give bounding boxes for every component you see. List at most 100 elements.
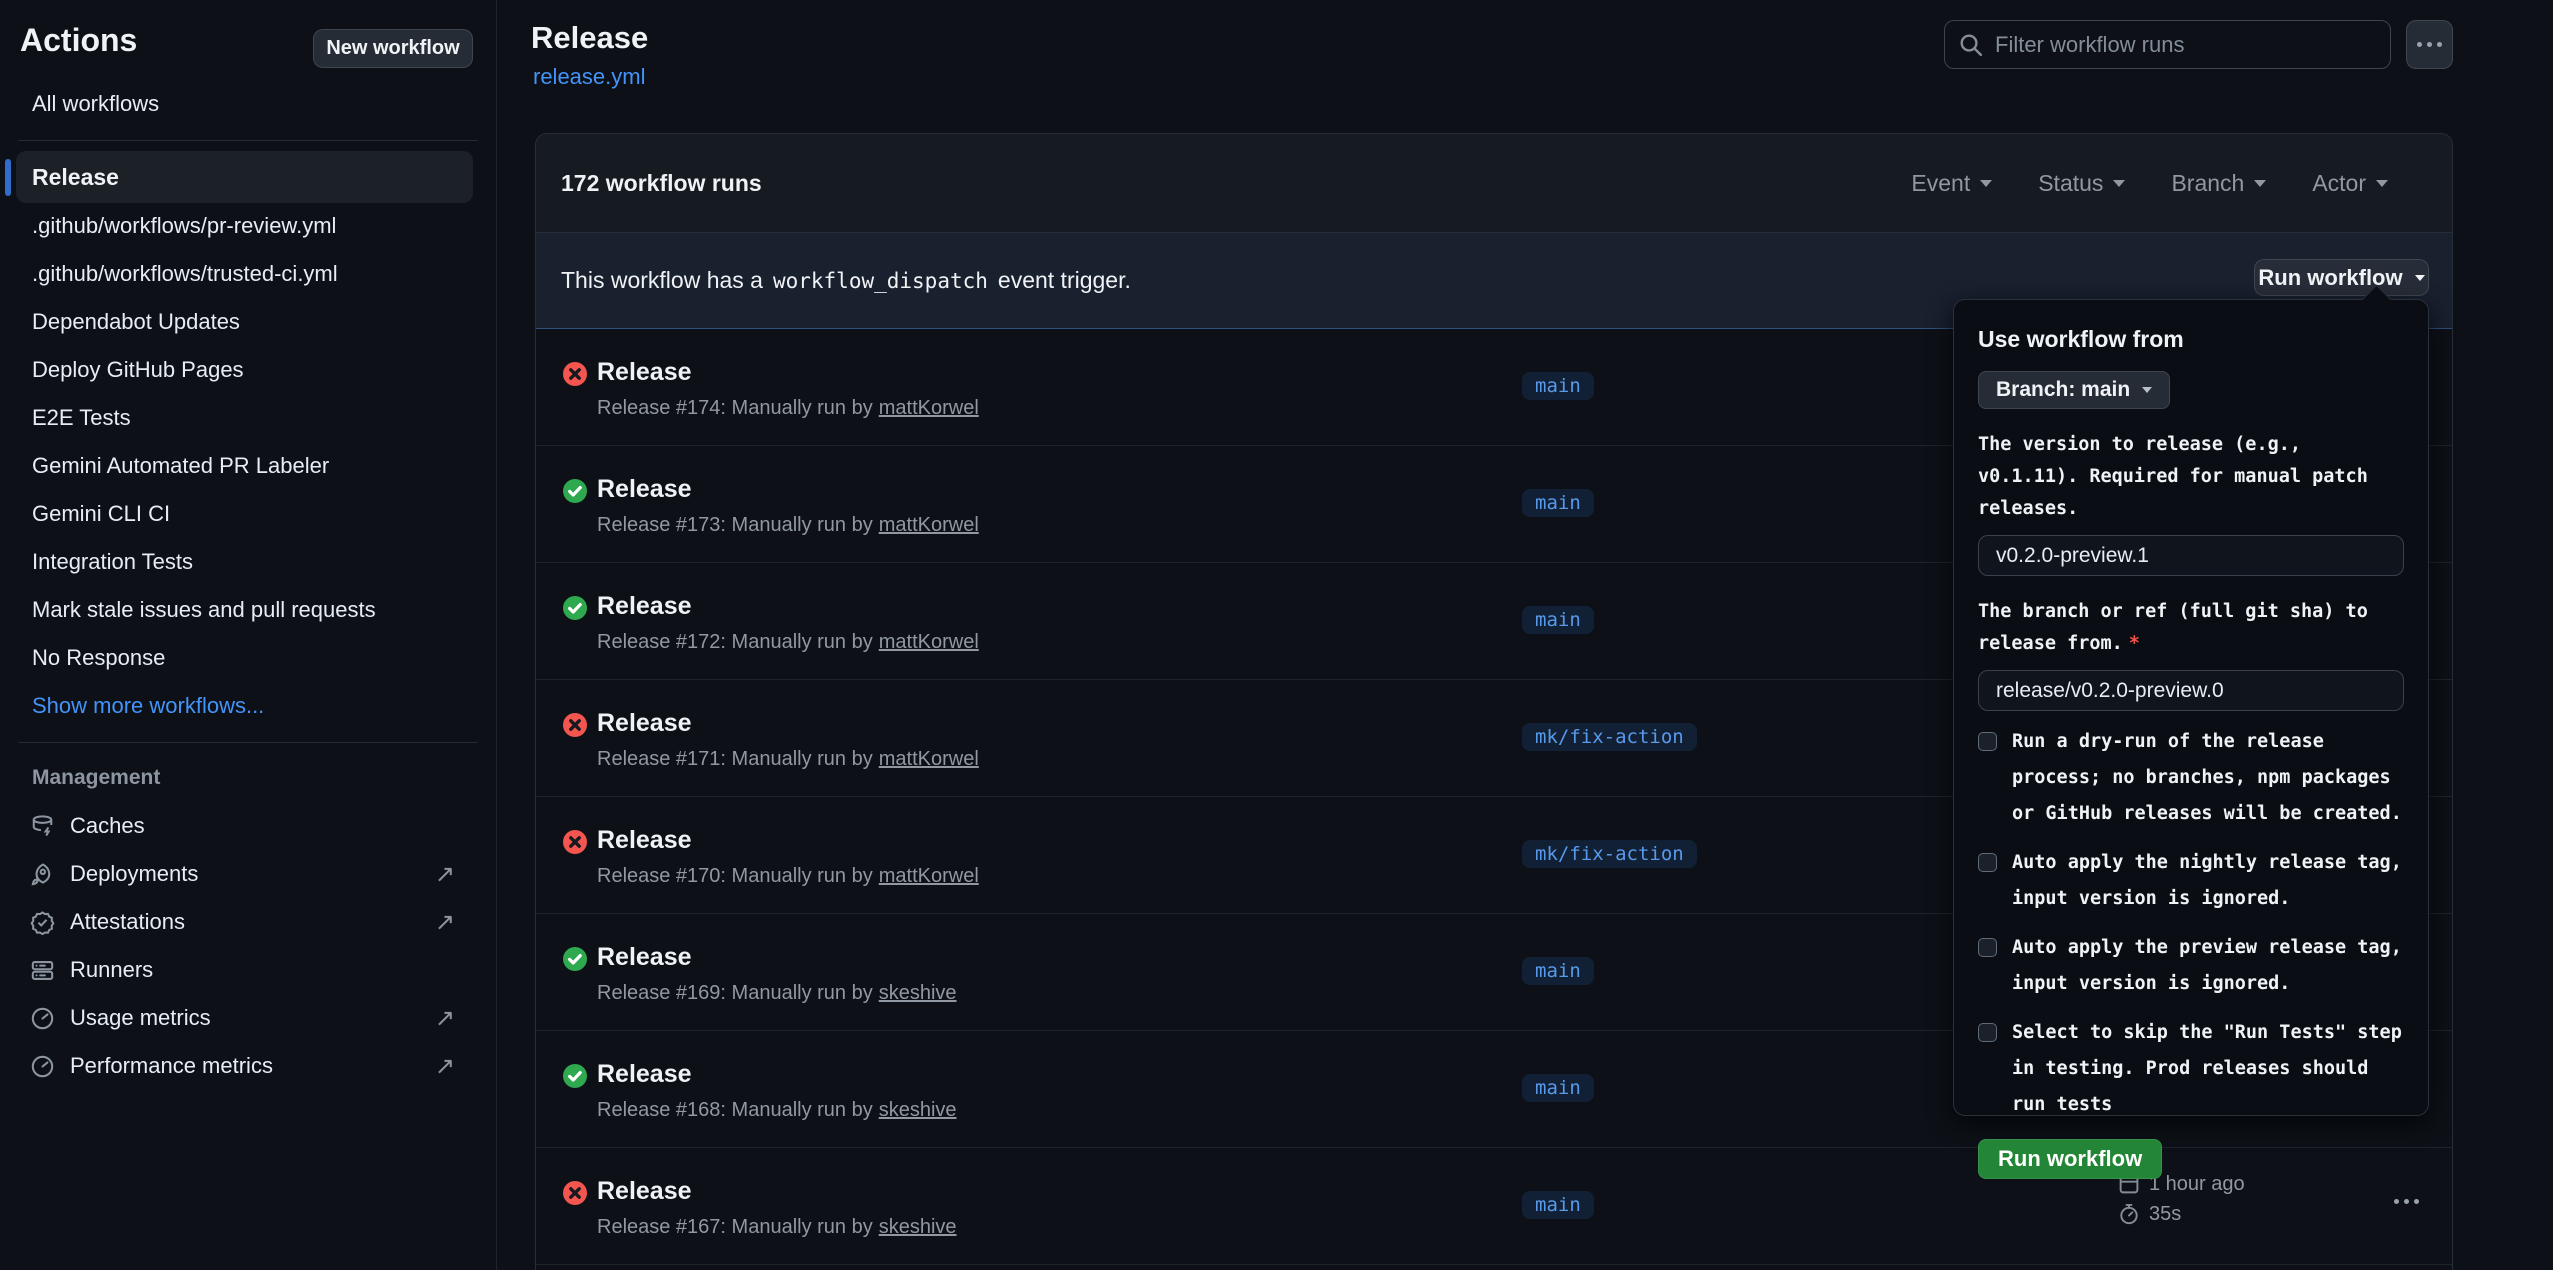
kebab-icon [2417, 42, 2422, 47]
chevron-down-icon [2254, 180, 2266, 187]
input-description: The version to release (e.g., v0.1.11). … [1978, 429, 2404, 525]
page-title: Release [531, 20, 648, 56]
status-filter-dropdown[interactable]: Status [2038, 170, 2125, 197]
sidebar-item-release-selected[interactable]: Release [16, 151, 473, 203]
run-title: Release [597, 1060, 692, 1089]
sidebar-item-workflow[interactable]: Integration Tests [0, 538, 497, 586]
run-description: Release #168: Manually run byskeshive [597, 1099, 957, 1122]
nightly-tag-checkbox[interactable] [1978, 853, 1997, 872]
actor-link[interactable]: mattKorwel [879, 514, 979, 536]
actor-link[interactable]: mattKorwel [879, 865, 979, 887]
sidebar-item-all-workflows[interactable]: All workflows [32, 80, 159, 128]
external-link-icon: ↗ [435, 1052, 455, 1081]
branch-badge[interactable]: mk/fix-action [1522, 840, 1697, 868]
server-icon [30, 958, 55, 983]
run-title: Release [597, 592, 692, 621]
branch-badge[interactable]: main [1522, 372, 1594, 400]
branch-badge[interactable]: main [1522, 957, 1594, 985]
run-description: Release #172: Manually run bymattKorwel [597, 631, 979, 654]
workflow-runs-count: 172 workflow runs [561, 170, 762, 197]
branch-badge[interactable]: main [1522, 1074, 1594, 1102]
failure-icon [562, 1180, 588, 1206]
external-link-icon: ↗ [435, 908, 455, 937]
branch-badge[interactable]: mk/fix-action [1522, 723, 1697, 751]
page-kebab-menu-button[interactable] [2406, 20, 2453, 69]
sidebar-item-label: Deployments [70, 861, 198, 887]
actor-link[interactable]: mattKorwel [879, 748, 979, 770]
run-duration: 35s [2118, 1199, 2245, 1229]
run-title: Release [597, 826, 692, 855]
checkbox-row-preview: Auto apply the preview release tag, inpu… [1978, 930, 2404, 1002]
run-description: Release #173: Manually run bymattKorwel [597, 514, 979, 537]
branch-badge[interactable]: main [1522, 1191, 1594, 1219]
runs-filters: Event Status Branch Actor [1911, 170, 2388, 197]
run-workflow-submit-button[interactable]: Run workflow [1978, 1139, 2162, 1179]
sidebar-item-workflow[interactable]: Deploy GitHub Pages [0, 346, 497, 394]
sidebar-item-workflow[interactable]: E2E Tests [0, 394, 497, 442]
branch-filter-dropdown[interactable]: Branch [2171, 170, 2266, 197]
sidebar-item-workflow[interactable]: .github/workflows/trusted-ci.yml [0, 250, 497, 298]
chevron-down-icon [2142, 387, 2152, 393]
preview-tag-checkbox[interactable] [1978, 938, 1997, 957]
skip-tests-checkbox[interactable] [1978, 1023, 1997, 1042]
workflow-file-link[interactable]: release.yml [533, 64, 645, 90]
filter-workflow-runs-box [1944, 20, 2391, 69]
run-description: Release #167: Manually run byskeshive [597, 1216, 957, 1239]
sidebar: Actions New workflow All workflows Relea… [0, 0, 497, 1270]
failure-icon [562, 361, 588, 387]
sidebar-item-label: Caches [70, 813, 145, 839]
dialog-title: Use workflow from [1978, 326, 2404, 353]
chevron-down-icon [2376, 180, 2388, 187]
sidebar-item-performance-metrics[interactable]: Performance metrics ↗ [0, 1042, 497, 1090]
sidebar-item-workflow[interactable]: Gemini Automated PR Labeler [0, 442, 497, 490]
branch-badge[interactable]: main [1522, 489, 1594, 517]
search-input[interactable] [1995, 32, 2376, 58]
run-title: Release [597, 1177, 692, 1206]
actor-filter-dropdown[interactable]: Actor [2312, 170, 2388, 197]
run-description: Release #174: Manually run bymattKorwel [597, 397, 979, 420]
sidebar-item-attestations[interactable]: Attestations ↗ [0, 898, 497, 946]
show-more-workflows-link[interactable]: Show more workflows... [0, 682, 497, 730]
sidebar-item-label: Runners [70, 957, 153, 983]
management-header: Management [32, 764, 160, 792]
run-title: Release [597, 475, 692, 504]
stopwatch-icon [2118, 1203, 2140, 1225]
kebab-icon [2394, 1199, 2399, 1204]
actor-link[interactable]: mattKorwel [879, 397, 979, 419]
success-icon [562, 595, 588, 621]
sidebar-title: Actions [20, 22, 137, 59]
run-description: Release #171: Manually run bymattKorwel [597, 748, 979, 771]
sidebar-item-deployments[interactable]: Deployments ↗ [0, 850, 497, 898]
run-title: Release [597, 943, 692, 972]
meter-icon [30, 1006, 55, 1031]
sidebar-item-runners[interactable]: Runners [0, 946, 497, 994]
actor-link[interactable]: skeshive [879, 1099, 957, 1121]
actions-page: Actions New workflow All workflows Relea… [0, 0, 2553, 1270]
branch-badge[interactable]: main [1522, 606, 1594, 634]
sidebar-item-workflow[interactable]: Dependabot Updates [0, 298, 497, 346]
dry-run-checkbox[interactable] [1978, 732, 1997, 751]
event-filter-dropdown[interactable]: Event [1911, 170, 1992, 197]
new-workflow-button[interactable]: New workflow [313, 29, 473, 68]
sidebar-item-usage-metrics[interactable]: Usage metrics ↗ [0, 994, 497, 1042]
run-kebab-menu-button[interactable] [2388, 1193, 2425, 1210]
sidebar-item-workflow[interactable]: Mark stale issues and pull requests [0, 586, 497, 634]
sidebar-item-caches[interactable]: Caches [0, 802, 497, 850]
sidebar-item-workflow[interactable]: Gemini CLI CI [0, 490, 497, 538]
sidebar-item-workflow[interactable]: No Response [0, 634, 497, 682]
branch-ref-input[interactable] [1978, 670, 2404, 711]
chevron-down-icon [2113, 180, 2125, 187]
external-link-icon: ↗ [435, 860, 455, 889]
run-title: Release [597, 358, 692, 387]
actor-link[interactable]: skeshive [879, 982, 957, 1004]
actor-link[interactable]: mattKorwel [879, 631, 979, 653]
actor-link[interactable]: skeshive [879, 1216, 957, 1238]
run-workflow-dropdown-button[interactable]: Run workflow [2254, 259, 2429, 296]
success-icon [562, 478, 588, 504]
external-link-icon: ↗ [435, 1004, 455, 1033]
sidebar-item-workflow[interactable]: .github/workflows/pr-review.yml [0, 202, 497, 250]
failure-icon [562, 829, 588, 855]
sidebar-item-label: Performance metrics [70, 1053, 273, 1079]
version-input[interactable] [1978, 535, 2404, 576]
branch-select-button[interactable]: Branch: main [1978, 371, 2170, 409]
